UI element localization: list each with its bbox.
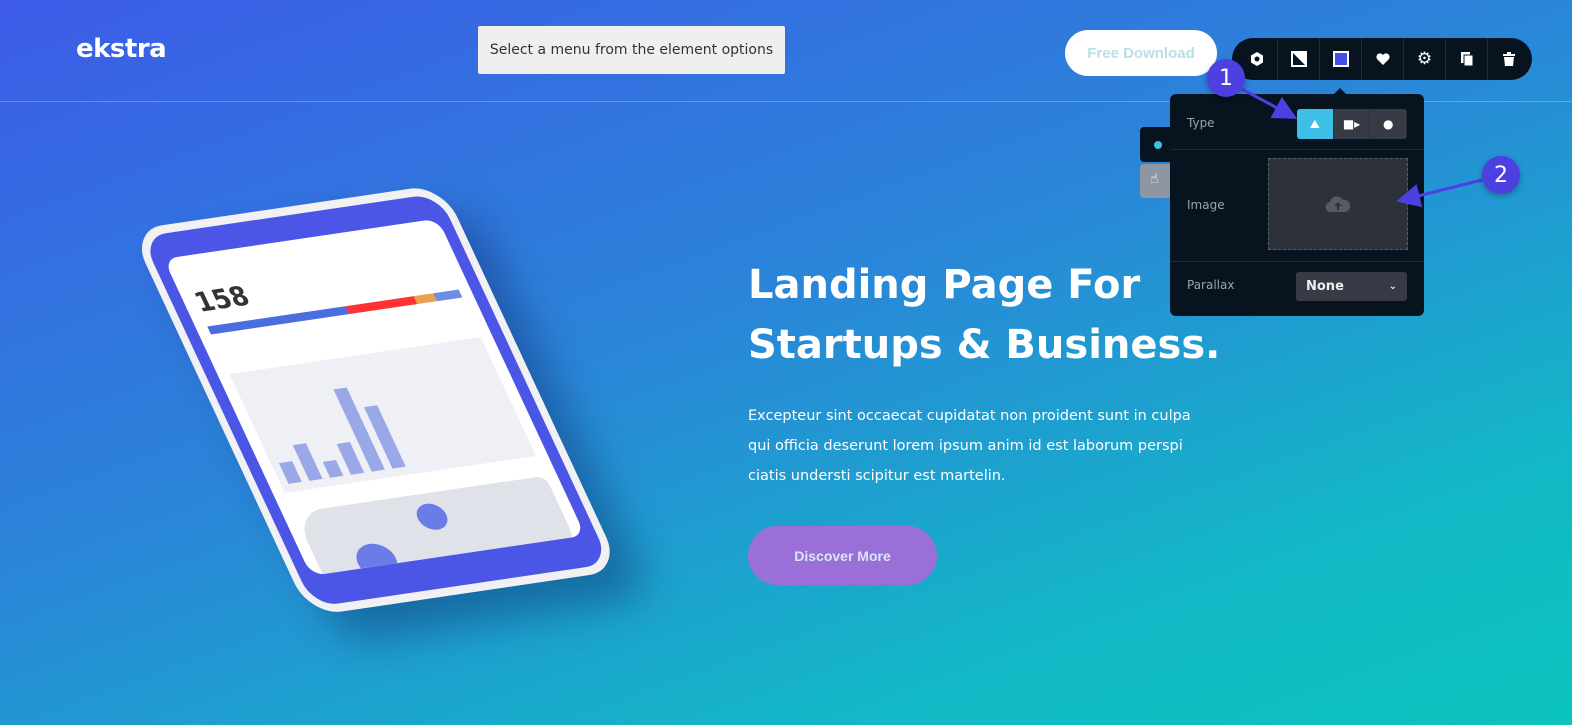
annotation-badge-2: 2 (1482, 156, 1520, 194)
annotation-arrows (1239, 86, 1483, 208)
annotation-badge-1: 1 (1207, 59, 1245, 97)
